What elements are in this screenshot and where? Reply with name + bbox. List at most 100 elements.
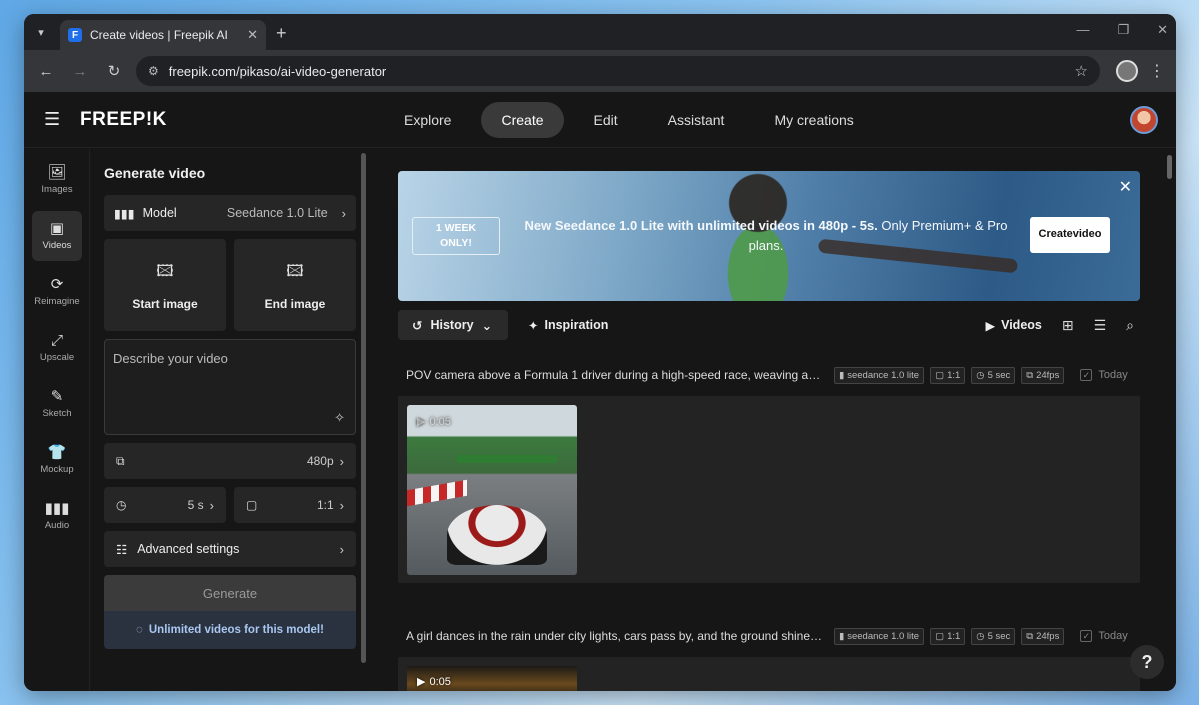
tab-search-button[interactable]: ▾ <box>30 21 52 43</box>
toolbar-right: ▶ Videos ⊞ ☰ ⌕ <box>985 317 1134 334</box>
advanced-settings-button[interactable]: ☷ Advanced settings › <box>104 531 356 567</box>
create-video-button[interactable]: Create video <box>1030 217 1110 253</box>
omnibox[interactable]: ⚙ freepik.com/pikaso/ai-video-generator … <box>136 56 1100 86</box>
close-banner-icon[interactable]: ✕ <box>1119 177 1132 197</box>
rail-item-videos[interactable]: ▣ Videos <box>32 211 82 261</box>
chevron-right-icon: › <box>339 541 344 557</box>
aspect-selector[interactable]: ▢ 1:1 › <box>234 487 356 523</box>
duration-chip-label: 5 sec <box>987 630 1011 642</box>
model-bars-icon: ▮ <box>839 630 845 642</box>
hamburger-menu-icon[interactable]: ☰ <box>44 109 64 130</box>
audio-icon: ▮▮▮ <box>44 500 70 517</box>
generation-prompt[interactable]: POV camera above a Formula 1 driver duri… <box>406 368 824 382</box>
freepik-app: ☰ FREEP!K Explore Create Edit Assistant … <box>24 92 1176 691</box>
history-icon: ↺ <box>412 318 423 333</box>
main-nav: Explore Create Edit Assistant My creatio… <box>384 102 874 138</box>
freepik-favicon-icon: F <box>68 28 82 42</box>
close-tab-icon[interactable]: ✕ <box>247 27 258 43</box>
chevron-right-icon: › <box>341 205 346 221</box>
model-chip: ▮ seedance 1.0 lite <box>834 627 925 645</box>
site-info-icon[interactable]: ⚙ <box>148 64 159 78</box>
rail-item-reimagine[interactable]: ⟳ Reimagine <box>32 267 82 317</box>
model-selector[interactable]: ▮▮▮ Model Seedance 1.0 Lite › <box>104 195 356 231</box>
minimize-icon[interactable]: — <box>1076 22 1089 38</box>
url-text[interactable]: freepik.com/pikaso/ai-video-generator <box>169 64 1065 79</box>
duration-value: 5 s <box>187 498 204 512</box>
start-image-button[interactable]: 🖾 Start image <box>104 239 226 331</box>
results-toolbar: ↺ History ⌄ ✦ Inspiration ▶ Videos ⊞ ☰ ⌕ <box>398 310 1140 340</box>
select-checkbox[interactable]: ✓ <box>1080 630 1093 642</box>
rail-label: Sketch <box>42 408 72 419</box>
new-tab-button[interactable]: + <box>276 23 287 44</box>
nav-explore[interactable]: Explore <box>384 102 471 138</box>
search-icon[interactable]: ⌕ <box>1126 317 1134 334</box>
generate-button[interactable]: Generate <box>104 575 356 611</box>
promo-banner: 1 WEEK ONLY! New Seedance 1.0 Lite with … <box>398 171 1140 301</box>
browser-tab[interactable]: F Create videos | Freepik AI ✕ <box>60 20 266 50</box>
prompt-input[interactable]: Describe your video ✧ <box>104 339 356 435</box>
generation-prompt[interactable]: A girl dances in the rain under city lig… <box>406 629 824 643</box>
filter-sliders-icon[interactable]: ☰ <box>1094 317 1107 334</box>
duration-selector[interactable]: ◷ 5 s › <box>104 487 226 523</box>
aspect-chip-label: 1:1 <box>947 369 961 381</box>
rail-label: Audio <box>44 520 70 531</box>
badge-line2: ONLY! <box>440 237 472 249</box>
duration-chip: ◷ 5 sec <box>971 627 1016 645</box>
nav-edit[interactable]: Edit <box>574 102 638 138</box>
sparkle-icon: ✦ <box>528 318 539 333</box>
history-dropdown[interactable]: ↺ History ⌄ <box>398 310 508 340</box>
video-thumbnail[interactable]: ▶ 0:05 <box>407 666 577 691</box>
fps-icon: ⧉ <box>1026 369 1034 381</box>
rail-label: Mockup <box>40 464 74 475</box>
app-header: ☰ FREEP!K Explore Create Edit Assistant … <box>24 92 1176 148</box>
tools-rail: 🖼 Images ▣ Videos ⟳ Reimagine ⤢ Upscale … <box>24 149 90 691</box>
address-bar: ← → ↻ ⚙ freepik.com/pikaso/ai-video-gene… <box>24 50 1176 92</box>
image-upload-icon: 🖾 <box>286 262 304 280</box>
browser-menu-icon[interactable]: ⋮ <box>1148 61 1166 81</box>
help-button[interactable]: ? <box>1130 645 1164 679</box>
content-scrollbar[interactable] <box>1167 155 1172 179</box>
end-image-button[interactable]: 🖾 End image <box>234 239 356 331</box>
grid-view-icon[interactable]: ⊞ <box>1062 317 1074 334</box>
videos-icon: ▣ <box>49 220 65 237</box>
user-avatar[interactable] <box>1130 106 1158 134</box>
rail-item-upscale[interactable]: ⤢ Upscale <box>32 323 82 373</box>
rail-item-audio[interactable]: ▮▮▮ Audio <box>32 491 82 541</box>
inspiration-button[interactable]: ✦ Inspiration <box>528 318 608 333</box>
rail-item-mockup[interactable]: 👕 Mockup <box>32 435 82 485</box>
start-image-label: Start image <box>132 296 198 311</box>
generation-date: ✓ Today <box>1080 369 1128 381</box>
close-window-icon[interactable]: ✕ <box>1157 22 1168 38</box>
images-icon: 🖼 <box>47 164 67 181</box>
duration-chip-label: 5 sec <box>987 369 1011 381</box>
model-bars-icon: ▮▮▮ <box>114 206 135 221</box>
bookmark-star-icon[interactable]: ☆ <box>1075 62 1088 80</box>
video-time: 0:05 <box>429 415 451 428</box>
nav-my-creations[interactable]: My creations <box>754 102 873 138</box>
profile-icon[interactable] <box>1116 60 1138 82</box>
fps-chip: ⧉ 24fps <box>1021 366 1065 384</box>
select-checkbox[interactable]: ✓ <box>1080 369 1093 381</box>
restore-icon[interactable]: ❐ <box>1117 22 1129 38</box>
videos-filter[interactable]: ▶ Videos <box>985 318 1041 333</box>
nav-assistant[interactable]: Assistant <box>648 102 745 138</box>
magic-wand-icon[interactable]: ✧ <box>334 410 345 426</box>
play-icon: ▶ <box>417 416 426 428</box>
rail-item-images[interactable]: 🖼 Images <box>32 155 82 205</box>
video-duration-badge: ▶ 0:05 <box>417 675 451 689</box>
nav-create[interactable]: Create <box>481 102 564 138</box>
rail-item-sketch[interactable]: ✎ Sketch <box>32 379 82 429</box>
panel-title: Generate video <box>104 165 206 181</box>
generate-panel: Generate video ▮▮▮ Model Seedance 1.0 Li… <box>90 149 370 691</box>
back-icon[interactable]: ← <box>34 63 58 80</box>
rail-label: Videos <box>42 240 72 251</box>
square-icon: ▢ <box>935 369 945 381</box>
forward-icon[interactable]: → <box>68 63 92 80</box>
tab-bar: ▾ F Create videos | Freepik AI ✕ + — ❐ ✕ <box>24 14 1176 50</box>
date-label: Today <box>1098 630 1128 642</box>
reload-icon[interactable]: ↻ <box>102 62 126 80</box>
panel-scrollbar[interactable] <box>361 153 366 663</box>
freepik-logo[interactable]: FREEP!K <box>80 109 167 131</box>
video-thumbnail[interactable]: ▶ 0:05 <box>407 405 577 575</box>
resolution-selector[interactable]: ⧉ 480p › <box>104 443 356 479</box>
